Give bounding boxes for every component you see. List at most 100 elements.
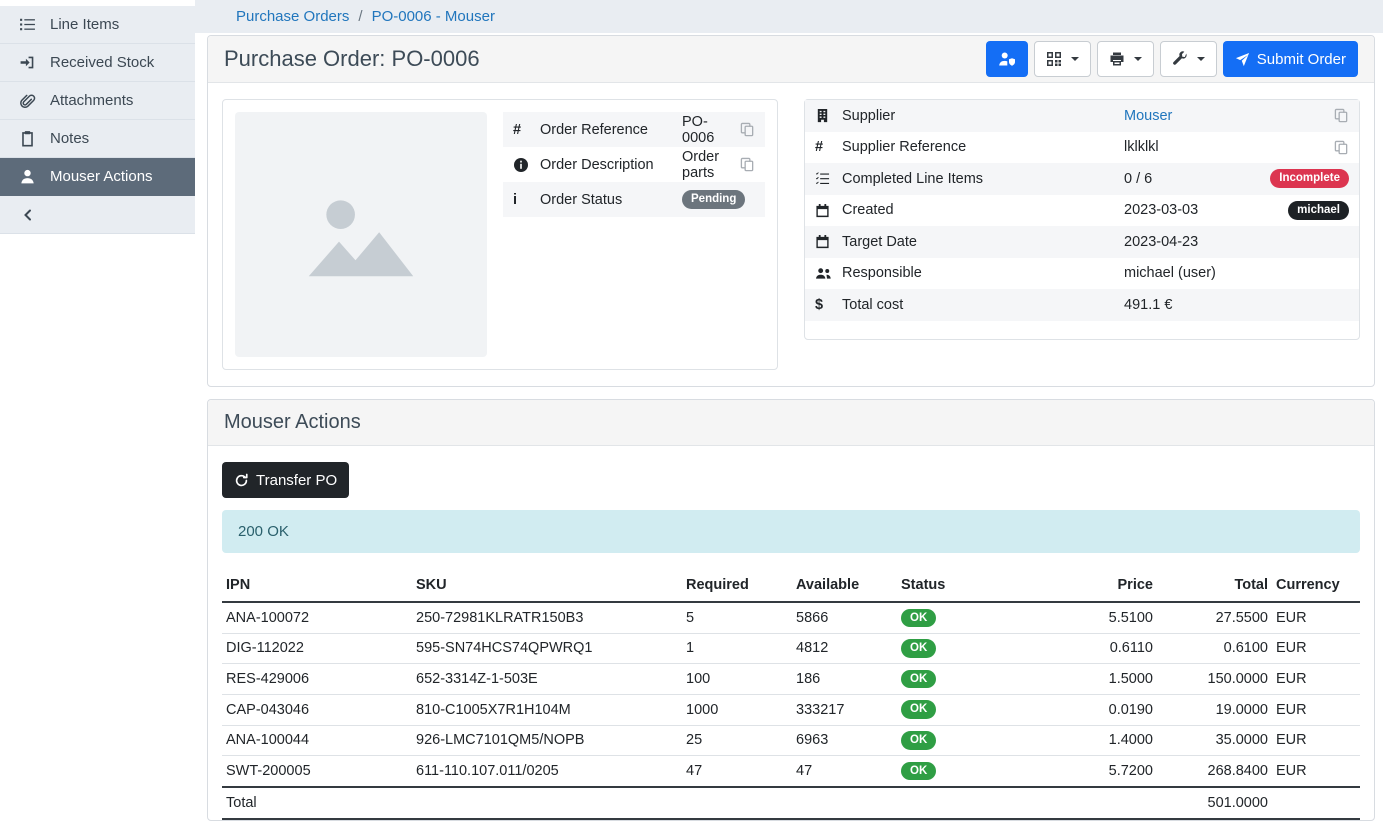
detail-value: Order parts bbox=[682, 149, 740, 181]
sidebar-item-label: Notes bbox=[50, 130, 89, 147]
print-menu-button[interactable] bbox=[1097, 41, 1154, 77]
cell-required: 47 bbox=[682, 756, 792, 787]
table-row: ANA-100044 926-LMC7101QM5/NOPB 25 6963 O… bbox=[222, 725, 1360, 756]
cell-status: OK bbox=[897, 664, 1022, 695]
sidebar-collapse-button[interactable] bbox=[0, 196, 195, 234]
order-actions-menu-button[interactable] bbox=[1160, 41, 1217, 77]
cell-ipn: CAP-043046 bbox=[222, 694, 412, 725]
cell-required: 100 bbox=[682, 664, 792, 695]
detail-row-created: Created 2023-03-03 michael bbox=[805, 195, 1359, 227]
submit-order-label: Submit Order bbox=[1257, 51, 1346, 68]
cell-status: OK bbox=[897, 756, 1022, 787]
building-icon bbox=[815, 108, 842, 123]
list-check-icon bbox=[815, 171, 842, 186]
caret-down-icon bbox=[1197, 57, 1205, 61]
table-header-row: IPN SKU Required Available Status Price … bbox=[222, 569, 1360, 602]
cell-ipn: RES-429006 bbox=[222, 664, 412, 695]
cell-sku: 926-LMC7101QM5/NOPB bbox=[412, 725, 682, 756]
breadcrumb-link-purchase-orders[interactable]: Purchase Orders bbox=[236, 8, 349, 25]
copy-icon[interactable] bbox=[1334, 140, 1349, 155]
user-icon bbox=[18, 168, 37, 185]
cell-available: 5866 bbox=[792, 602, 897, 633]
order-toolbar: Submit Order bbox=[986, 41, 1358, 77]
breadcrumb-link-current[interactable]: PO-0006 - Mouser bbox=[372, 8, 495, 25]
tools-icon bbox=[1172, 51, 1188, 67]
detail-label: Total cost bbox=[842, 297, 1124, 313]
status-ok-badge: OK bbox=[901, 670, 936, 689]
order-details-table: # Order Reference PO-0006 bbox=[503, 112, 765, 357]
paperclip-icon bbox=[18, 92, 37, 109]
detail-row-order-reference: # Order Reference PO-0006 bbox=[503, 112, 765, 147]
cell-required: 1 bbox=[682, 633, 792, 664]
col-header-required: Required bbox=[682, 569, 792, 602]
copy-icon[interactable] bbox=[740, 122, 755, 137]
footer-total-value: 501.0000 bbox=[1157, 787, 1272, 819]
detail-row-order-description: Order Description Order parts bbox=[503, 147, 765, 182]
hash-icon: # bbox=[513, 122, 540, 138]
sidebar-item-label: Received Stock bbox=[50, 54, 154, 71]
purchase-order-header: Purchase Order: PO-0006 bbox=[208, 36, 1374, 83]
order-details-section: # Order Reference PO-0006 bbox=[208, 83, 1374, 386]
detail-label: Order Reference bbox=[540, 122, 682, 138]
supplier-link[interactable]: Mouser bbox=[1124, 108, 1172, 124]
sidebar-item-line-items[interactable]: Line Items bbox=[0, 6, 195, 44]
table-row: SWT-200005 611-110.107.011/0205 47 47 OK… bbox=[222, 756, 1360, 787]
cell-ipn: SWT-200005 bbox=[222, 756, 412, 787]
supplier-details-card: Supplier Mouser # Supplier Reference lkl bbox=[804, 99, 1360, 340]
sidebar-item-mouser-actions[interactable]: Mouser Actions bbox=[0, 158, 195, 196]
cell-ipn: DIG-112022 bbox=[222, 633, 412, 664]
cell-price: 0.0190 bbox=[1022, 694, 1157, 725]
col-header-total: Total bbox=[1157, 569, 1272, 602]
cell-status: OK bbox=[897, 602, 1022, 633]
sidebar-item-label: Attachments bbox=[50, 92, 133, 109]
sidebar-item-attachments[interactable]: Attachments bbox=[0, 82, 195, 120]
transfer-po-button[interactable]: Transfer PO bbox=[222, 462, 349, 498]
col-header-status: Status bbox=[897, 569, 1022, 602]
caret-down-icon bbox=[1071, 57, 1079, 61]
admin-roles-button[interactable] bbox=[986, 41, 1028, 77]
table-row: ANA-100072 250-72981KLRATR150B3 5 5866 O… bbox=[222, 602, 1360, 633]
cell-sku: 611-110.107.011/0205 bbox=[412, 756, 682, 787]
printer-icon bbox=[1109, 51, 1125, 67]
created-by-badge: michael bbox=[1288, 201, 1349, 220]
detail-label: Target Date bbox=[842, 234, 1124, 250]
submit-order-button[interactable]: Submit Order bbox=[1223, 41, 1358, 77]
footer-total-label: Total bbox=[222, 787, 412, 819]
detail-row-target-date: Target Date 2023-04-23 bbox=[805, 226, 1359, 258]
cell-currency: EUR bbox=[1272, 694, 1360, 725]
cell-required: 5 bbox=[682, 602, 792, 633]
cell-required: 25 bbox=[682, 725, 792, 756]
status-ok-badge: OK bbox=[901, 731, 936, 750]
cell-total: 19.0000 bbox=[1157, 694, 1272, 725]
cell-sku: 595-SN74HCS74QPWRQ1 bbox=[412, 633, 682, 664]
breadcrumb-separator: / bbox=[358, 8, 362, 25]
status-ok-badge: OK bbox=[901, 700, 936, 719]
detail-label: Completed Line Items bbox=[842, 171, 1124, 187]
detail-value: 0 / 6 bbox=[1124, 171, 1270, 187]
detail-row-supplier: Supplier Mouser bbox=[805, 100, 1359, 132]
detail-row-supplier-reference: # Supplier Reference lklklkl bbox=[805, 132, 1359, 164]
cell-ipn: ANA-100072 bbox=[222, 602, 412, 633]
sidebar-item-notes[interactable]: Notes bbox=[0, 120, 195, 158]
cell-total: 150.0000 bbox=[1157, 664, 1272, 695]
cell-currency: EUR bbox=[1272, 602, 1360, 633]
col-header-ipn: IPN bbox=[222, 569, 412, 602]
order-status-badge: Pending bbox=[682, 190, 745, 209]
chevron-left-icon bbox=[18, 207, 37, 223]
detail-value: Pending bbox=[682, 190, 755, 209]
cell-sku: 652-3314Z-1-503E bbox=[412, 664, 682, 695]
cell-currency: EUR bbox=[1272, 725, 1360, 756]
col-header-available: Available bbox=[792, 569, 897, 602]
copy-icon[interactable] bbox=[1334, 108, 1349, 123]
col-header-price: Price bbox=[1022, 569, 1157, 602]
sidebar-item-received-stock[interactable]: Received Stock bbox=[0, 44, 195, 82]
cell-total: 268.8400 bbox=[1157, 756, 1272, 787]
order-image-placeholder[interactable] bbox=[235, 112, 487, 357]
cell-price: 5.7200 bbox=[1022, 756, 1157, 787]
barcode-menu-button[interactable] bbox=[1034, 41, 1091, 77]
cell-currency: EUR bbox=[1272, 633, 1360, 664]
info-icon: i bbox=[513, 192, 540, 208]
caret-down-icon bbox=[1134, 57, 1142, 61]
mouser-actions-header: Mouser Actions bbox=[208, 400, 1374, 446]
copy-icon[interactable] bbox=[740, 157, 755, 172]
